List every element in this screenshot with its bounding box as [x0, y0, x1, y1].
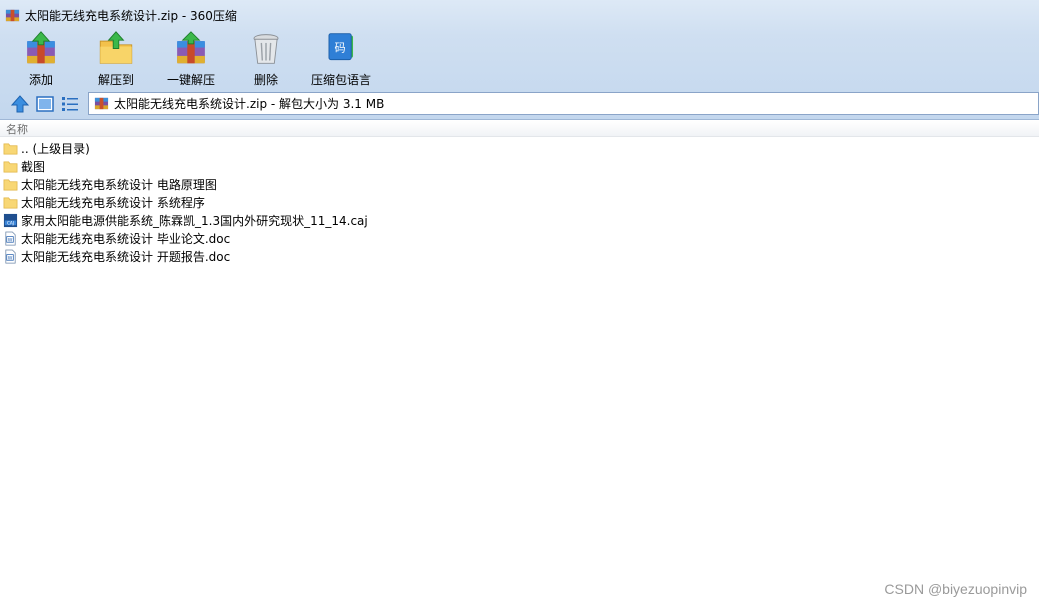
file-list: 名称 .. (上级目录) 截图 太阳能无线充电系统设计 电路原理图 太阳能无线充… [0, 121, 1039, 607]
toolbar: 添加 解压到 一键解压 删除 码 压缩包语言 [0, 30, 1039, 88]
list-item[interactable]: 截图 [0, 157, 1039, 175]
folder-icon [3, 142, 18, 154]
up-arrow-icon[interactable] [10, 94, 30, 114]
list-item-name: .. (上级目录) [21, 141, 90, 156]
add-archive-icon [27, 31, 55, 64]
svg-text:码: 码 [335, 41, 346, 54]
one-click-extract-label: 一键解压 [166, 73, 215, 87]
caj-file-icon: CAJ [3, 213, 18, 227]
watermark: CSDN @biyezuopinvip [884, 581, 1027, 597]
add-button[interactable]: 添加 [22, 30, 60, 88]
list-item-name: 家用太阳能电源供能系统_陈霖凯_1.3国内外研究现状_11_14.caj [21, 213, 368, 228]
title-bar: 太阳能无线充电系统设计.zip - 360压缩 [0, 0, 1039, 30]
list-item[interactable]: 太阳能无线充电系统设计 电路原理图 [0, 175, 1039, 193]
list-item-name: 太阳能无线充电系统设计 电路原理图 [21, 177, 217, 192]
window-chrome: 太阳能无线充电系统设计.zip - 360压缩 添加 解压到 一键解压 删除 码… [0, 0, 1039, 120]
extract-to-label: 解压到 [97, 73, 134, 87]
extract-to-icon [99, 31, 133, 64]
word-doc-icon: W [5, 249, 16, 263]
archive-language-icon: 码 [328, 33, 354, 61]
folder-icon [3, 160, 18, 172]
folder-icon [3, 196, 18, 208]
svg-text:W: W [8, 237, 13, 243]
delete-trash-icon [253, 34, 279, 64]
extract-to-button[interactable]: 解压到 [96, 30, 136, 88]
list-item[interactable]: W 太阳能无线充电系统设计 开题报告.doc [0, 247, 1039, 265]
list-item-name: 截图 [21, 159, 46, 174]
one-click-extract-icon [177, 31, 205, 64]
list-item[interactable]: W 太阳能无线充电系统设计 毕业论文.doc [0, 229, 1039, 247]
svg-text:W: W [8, 255, 13, 261]
address-bar[interactable]: 太阳能无线充电系统设计.zip - 解包大小为 3.1 MB [88, 92, 1039, 115]
list-item[interactable]: CAJ 家用太阳能电源供能系统_陈霖凯_1.3国内外研究现状_11_14.caj [0, 211, 1039, 229]
list-item-name: 太阳能无线充电系统设计 毕业论文.doc [21, 231, 231, 246]
archive-language-label: 压缩包语言 [310, 73, 371, 87]
zip-archive-icon [94, 97, 109, 110]
delete-button[interactable]: 删除 [250, 30, 282, 88]
svg-text:CAJ: CAJ [7, 220, 14, 225]
zip-archive-icon [5, 9, 20, 21]
list-item[interactable]: 太阳能无线充电系统设计 系统程序 [0, 193, 1039, 211]
window-title: 太阳能无线充电系统设计.zip - 360压缩 [25, 8, 237, 23]
list-item-name: 太阳能无线充电系统设计 系统程序 [21, 195, 205, 210]
folder-icon [3, 178, 18, 190]
column-header-name[interactable]: 名称 [0, 121, 1039, 137]
add-label: 添加 [28, 73, 53, 87]
list-item[interactable]: .. (上级目录) [0, 139, 1039, 157]
one-click-extract-button[interactable]: 一键解压 [166, 30, 216, 88]
list-view-icon[interactable] [60, 94, 80, 114]
address-row: 太阳能无线充电系统设计.zip - 解包大小为 3.1 MB [0, 92, 1039, 116]
file-rows: .. (上级目录) 截图 太阳能无线充电系统设计 电路原理图 太阳能无线充电系统… [0, 137, 1039, 265]
archive-language-button[interactable]: 码 压缩包语言 [310, 30, 372, 88]
thumbnail-view-icon[interactable] [35, 94, 55, 114]
list-item-name: 太阳能无线充电系统设计 开题报告.doc [21, 249, 231, 264]
delete-label: 删除 [253, 73, 278, 87]
address-text: 太阳能无线充电系统设计.zip - 解包大小为 3.1 MB [114, 97, 385, 111]
word-doc-icon: W [5, 231, 16, 245]
